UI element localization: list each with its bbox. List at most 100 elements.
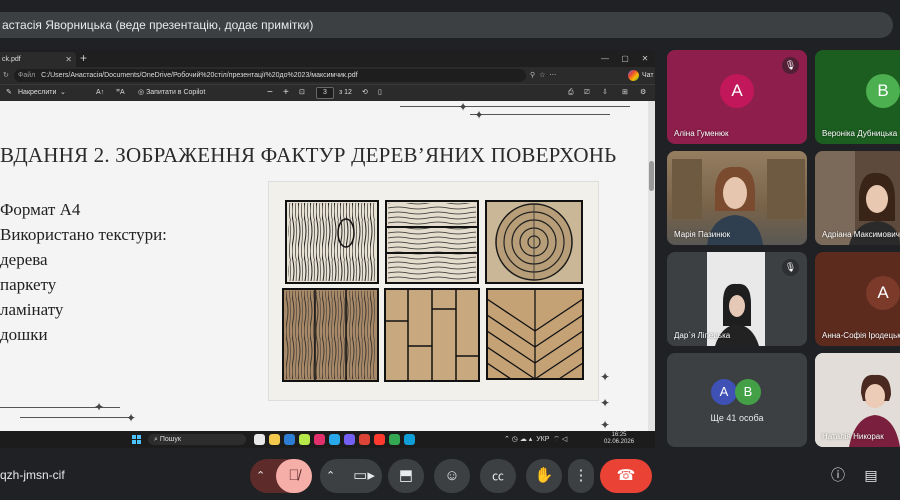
zoom-out-button[interactable]: − [267, 85, 273, 101]
participant-tile[interactable]: А 🎙 Аліна Гуменюк [667, 50, 807, 144]
clock-date: 02.06.2026 [604, 439, 635, 445]
star-decor-icon: ✦ [458, 101, 469, 114]
copilot-icon[interactable] [628, 70, 639, 81]
participant-name: Аліна Гуменюк [674, 129, 729, 138]
participant-name: Адріана Максимович [822, 230, 900, 239]
print-icon[interactable]: ⎙ [568, 85, 574, 101]
page-number-input[interactable]: 3 [316, 87, 334, 99]
meet-window: астасія Яворницька (веде презентацію, до… [0, 0, 900, 500]
emoji-button[interactable]: ☺ [434, 459, 470, 493]
participant-name: Марія Пазинюк [674, 230, 731, 239]
star-decor-icon: ✦ [600, 370, 611, 384]
avatar: А [866, 276, 900, 311]
windows-start-icon[interactable] [132, 435, 141, 444]
close-tab-icon[interactable]: ✕ [65, 52, 72, 67]
mic-off-icon: 🎙 [782, 57, 799, 74]
app-icon[interactable] [299, 434, 310, 445]
texture-drawing-svg [282, 200, 584, 382]
store-icon[interactable] [284, 434, 295, 445]
avatar: В [866, 74, 900, 109]
pin-icon[interactable]: ⊞ [622, 85, 628, 101]
participant-tile[interactable]: 🎙 Дар`я Ліпецька [667, 252, 807, 346]
copilot-label: Запитати в Copilot [146, 89, 206, 96]
slide-line: Використано текстури: [0, 225, 167, 244]
edge-icon[interactable] [404, 434, 415, 445]
text-options-icon[interactable]: ꟸA [116, 85, 125, 101]
taskbar-search[interactable]: ⌕ Пошук [148, 434, 246, 445]
participant-name: Анна-Софія Іродецька [822, 331, 900, 340]
chat-label[interactable]: Чат [642, 67, 654, 84]
read-aloud-icon[interactable]: A↑ [96, 85, 104, 101]
maximize-icon[interactable]: ▢ [615, 50, 635, 67]
slide-line: ламінату [0, 300, 64, 319]
slide-line: дерева [0, 250, 48, 269]
chrome-icon[interactable] [359, 434, 370, 445]
clock-time: 16:25 [611, 432, 627, 438]
taskbar-search-label: Пошук [159, 436, 181, 443]
participant-tile-active[interactable]: Адріана Максимович [815, 151, 900, 245]
camera-button[interactable]: ▭▸ [346, 459, 382, 493]
captions-button[interactable]: ㏄ [480, 459, 516, 493]
participant-tile[interactable]: В Вероніка Дубницька [815, 50, 900, 144]
mic-options-chevron-icon[interactable]: ⌃ [256, 459, 265, 493]
raise-hand-button[interactable]: ✋ [526, 459, 562, 493]
file-explorer-icon[interactable] [269, 434, 280, 445]
decor-line [470, 114, 610, 115]
viber-icon[interactable] [344, 434, 355, 445]
browser-tabbar: ck.pdf ✕ + — ▢ ✕ [0, 50, 655, 67]
mic-off-button[interactable]: 🎙̸ [276, 459, 312, 493]
texture-drawing-image [268, 181, 599, 401]
leave-call-button[interactable]: ☎ [600, 459, 652, 493]
more-participants-tile[interactable]: А В Ще 41 особа [667, 353, 807, 447]
participant-tile[interactable]: Марія Пазинюк [667, 151, 807, 245]
browser-tools-icons[interactable]: ⚲☆⋯ [530, 67, 560, 84]
participant-tile[interactable]: А Анна-Софія Іродецька [815, 252, 900, 346]
instagram-icon[interactable] [314, 434, 325, 445]
system-tray[interactable]: ⌃ ◷ ☁ ▴ УКР ⌔ ◁ [504, 431, 567, 448]
participant-tile[interactable]: Наталія Никорак [815, 353, 900, 447]
windows-taskbar: ⌕ Пошук ⌃ ◷ ☁ ▴ УКР ⌔ ◁ 16:25 02.06.2026 [0, 431, 655, 448]
copilot-button[interactable]: ◎ Запитати в Copilot [138, 85, 205, 101]
save-icon[interactable]: ⎚ [584, 85, 590, 101]
pdf-scrollbar[interactable] [648, 101, 655, 431]
new-tab-icon[interactable]: + [80, 51, 87, 65]
chat-icon[interactable]: ▤ [861, 465, 881, 485]
minimize-icon[interactable]: — [595, 50, 615, 67]
zoom-in-button[interactable]: + [283, 85, 289, 101]
browser-tab[interactable]: ck.pdf ✕ [0, 52, 76, 67]
present-button[interactable]: ⬒ [388, 459, 424, 493]
tray-language: УКР [536, 436, 550, 443]
opera-icon[interactable] [374, 434, 385, 445]
camera-options-chevron-icon[interactable]: ⌃ [326, 459, 335, 493]
google-icon[interactable] [389, 434, 400, 445]
draw-icon[interactable]: ✎ [6, 85, 12, 101]
slide-line: паркету [0, 275, 57, 294]
slide-page: ✦ ✦ ВДАННЯ 2. ЗОБРАЖЕННЯ ФАКТУР ДЕРЕВ’ЯН… [0, 101, 648, 431]
task-view-icon[interactable] [254, 434, 265, 445]
save-as-icon[interactable]: ⇩ [602, 85, 608, 101]
star-decor-icon: ✦ [126, 411, 137, 425]
star-decor-icon: ✦ [600, 418, 611, 431]
window-controls: — ▢ ✕ [595, 50, 655, 67]
close-window-icon[interactable]: ✕ [635, 50, 655, 67]
slide-line: Формат А4 [0, 200, 81, 219]
chevron-down-icon[interactable]: ⌄ [60, 85, 66, 101]
taskbar-clock[interactable]: 16:25 02.06.2026 [604, 432, 634, 446]
shared-screen: ck.pdf ✕ + — ▢ ✕ ↻ Файл C:/Users/Анастас… [0, 50, 655, 448]
scroll-thumb[interactable] [649, 161, 654, 191]
info-icon[interactable]: ⓘ [828, 465, 848, 485]
meeting-code: qzh-jmsn-cif [0, 468, 65, 482]
refresh-icon[interactable]: ↻ [3, 67, 9, 84]
rotate-icon[interactable]: ⟲ [362, 85, 368, 101]
presenter-banner: астасія Яворницька (веде презентацію, до… [0, 12, 893, 38]
more-options-button[interactable]: ⋮ [568, 459, 594, 493]
telegram-icon[interactable] [329, 434, 340, 445]
participant-name: Вероніка Дубницька [822, 129, 898, 138]
draw-button[interactable]: Накреслити [18, 85, 56, 101]
page-total: з 12 [339, 89, 352, 96]
address-bar-row: ↻ Файл C:/Users/Анастасія/Documents/OneD… [0, 67, 655, 84]
settings-icon[interactable]: ⚙ [640, 85, 646, 101]
page-view-icon[interactable]: ▯ [378, 85, 382, 101]
fit-page-icon[interactable]: ⊡ [299, 85, 305, 101]
address-bar[interactable]: Файл C:/Users/Анастасія/Documents/OneDri… [14, 69, 526, 82]
